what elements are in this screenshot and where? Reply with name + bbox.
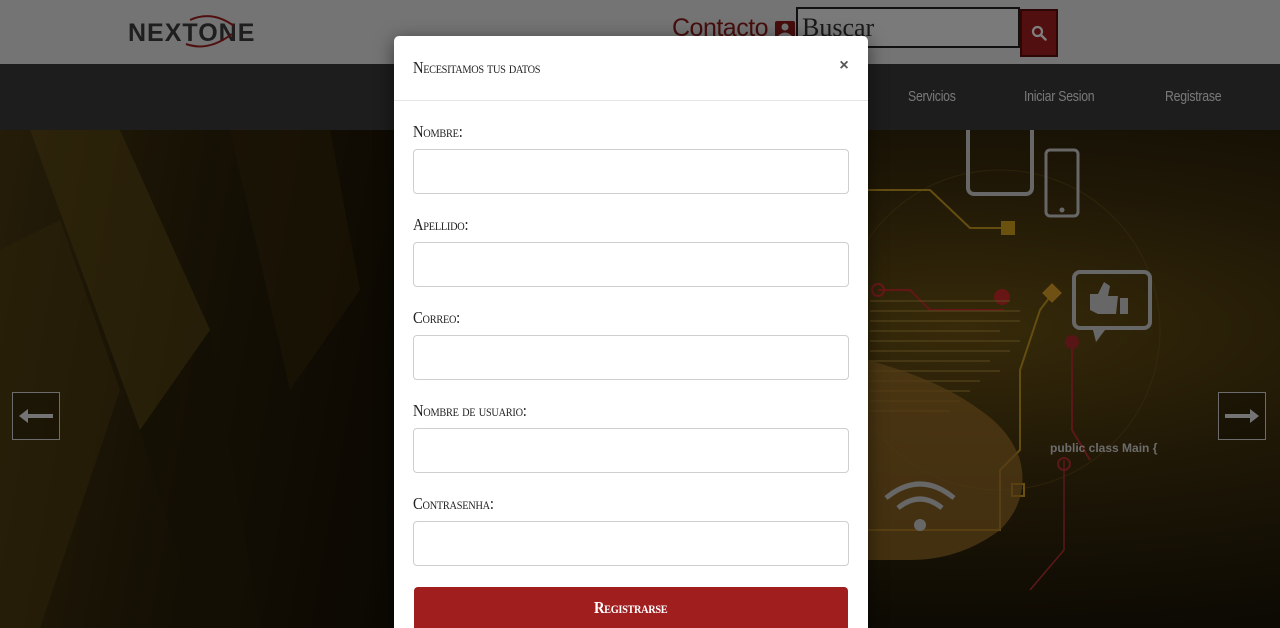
usuario-field[interactable] [413, 428, 849, 473]
registrarse-button[interactable]: Registrarse [414, 587, 848, 628]
contrasenha-field[interactable] [413, 521, 849, 566]
contrasenha-label: Contrasenha: [413, 494, 494, 513]
close-icon[interactable]: × [834, 56, 854, 76]
correo-label: Correo: [413, 308, 460, 327]
nombre-field[interactable] [413, 149, 849, 194]
correo-field[interactable] [413, 335, 849, 380]
registrarse-label: Registrarse [594, 597, 668, 617]
registration-modal: Necesitamos tus datos × Nombre: Apellido… [394, 36, 868, 628]
apellido-label: Apellido: [413, 215, 469, 234]
apellido-field[interactable] [413, 242, 849, 287]
modal-title: Necesitamos tus datos [413, 58, 541, 77]
usuario-label: Nombre de usuario: [413, 401, 527, 420]
nombre-label: Nombre: [413, 122, 463, 141]
modal-header: Necesitamos tus datos × [394, 36, 868, 101]
